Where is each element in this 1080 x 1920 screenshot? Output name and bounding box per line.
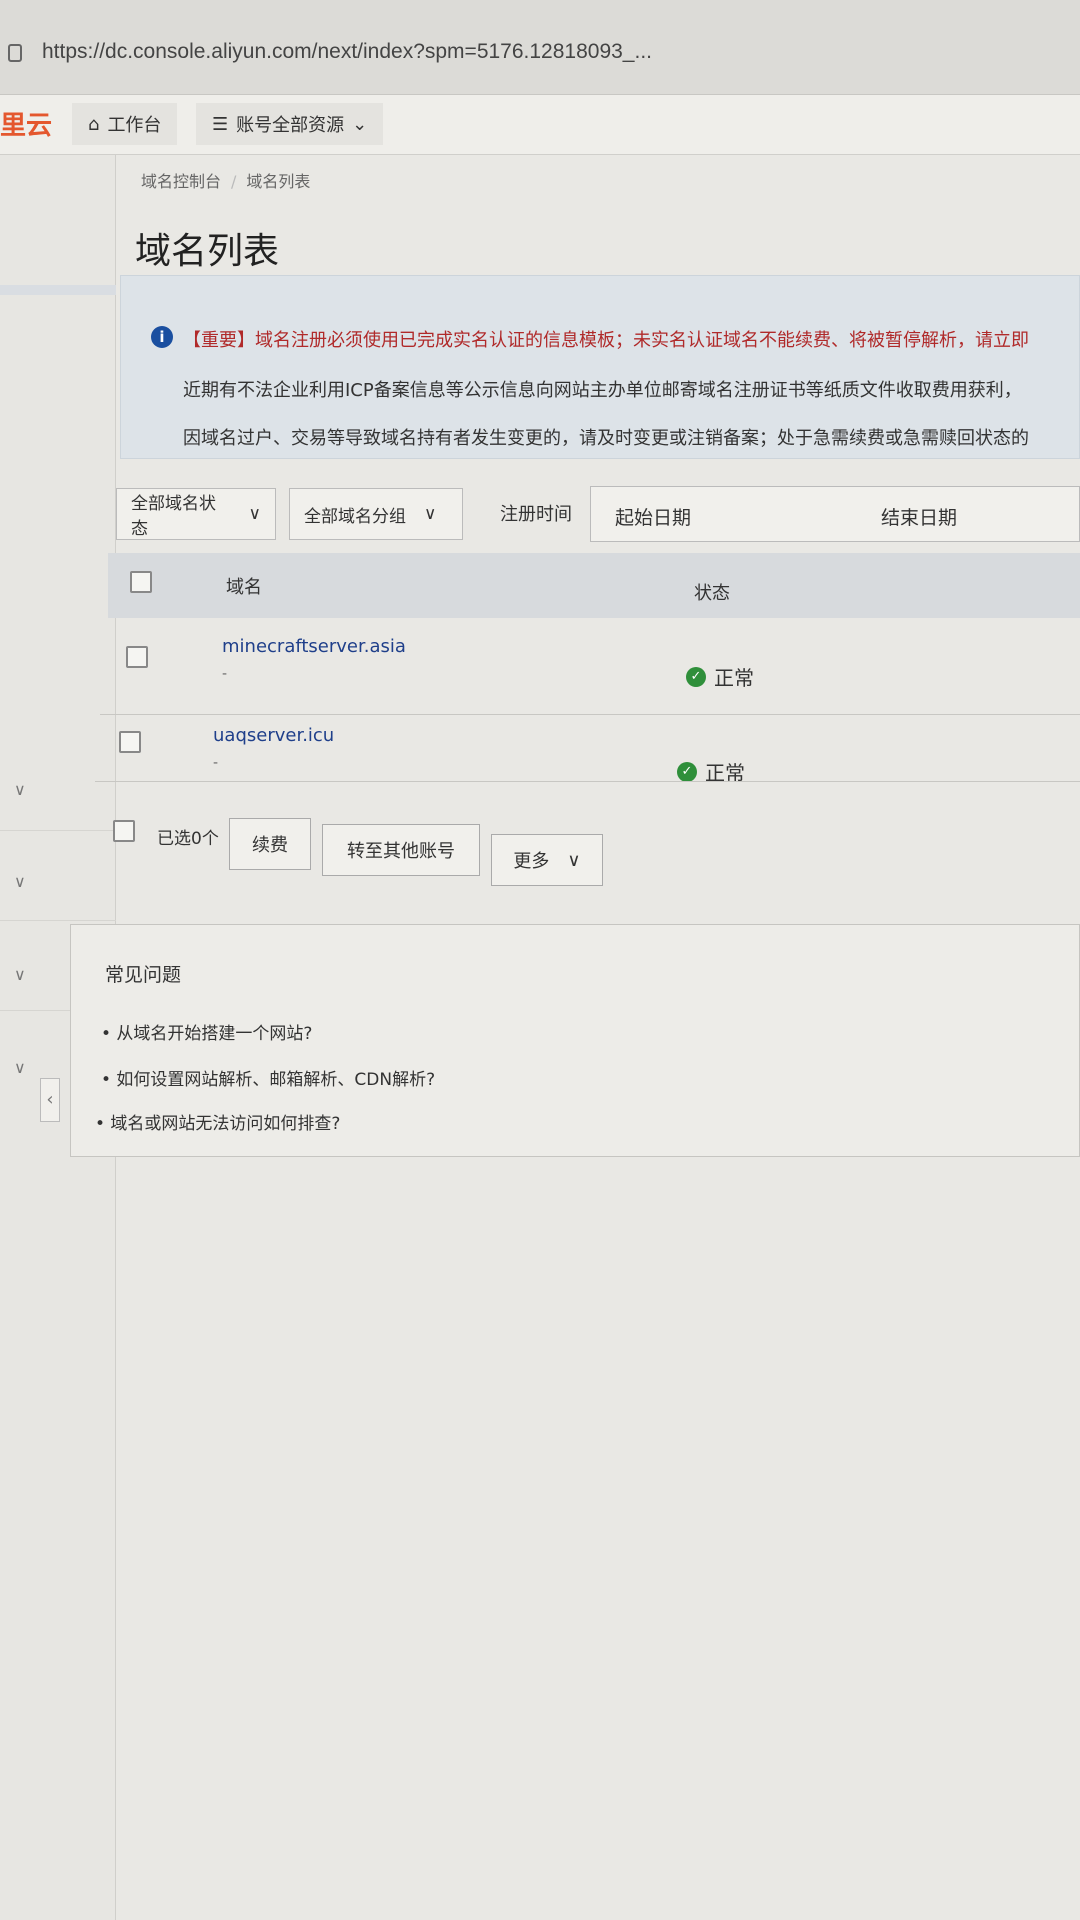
table-row: minecraftserver.asia - ✓ 正常 — [100, 620, 1080, 715]
chevron-down-icon[interactable]: ∨ — [14, 965, 26, 984]
check-circle-icon: ✓ — [686, 666, 706, 687]
divider — [0, 830, 116, 831]
notice-text: 域名注册必须使用已完成实名认证的信息模板；未实名认证域名不能续费、将被暂停解析，… — [255, 330, 1029, 351]
reg-time-label: 注册时间 — [500, 504, 572, 525]
url-field[interactable]: https://dc.console.aliyun.com/next/index… — [42, 40, 652, 64]
status-badge: ✓ 正常 — [686, 662, 754, 691]
transfer-label: 转至其他账号 — [347, 841, 455, 862]
status-filter-select[interactable]: 全部域名状态 ∨ — [116, 488, 276, 540]
column-status: 状态 — [694, 583, 730, 604]
faq-title: 常见问题 — [105, 964, 182, 986]
resource-icon: ☰ — [212, 113, 229, 135]
faq-link[interactable]: • 如何设置网站解析、邮箱解析、CDN解析? — [101, 1065, 435, 1090]
date-range-picker[interactable]: 起始日期 结束日期 — [590, 486, 1080, 542]
sidebar-active-item[interactable] — [0, 285, 116, 295]
row-checkbox[interactable] — [119, 731, 141, 753]
workbench-button[interactable]: ⌂ 工作台 — [72, 103, 178, 145]
workbench-label: 工作台 — [107, 115, 162, 136]
batch-select-checkbox[interactable] — [113, 820, 135, 842]
domain-remark: - — [222, 666, 228, 682]
chevron-down-icon: ∨ — [424, 504, 437, 524]
resources-dropdown[interactable]: ☰ 账号全部资源 ⌄ — [196, 103, 384, 145]
notice-banner: i 【重要】域名注册必须使用已完成实名认证的信息模板；未实名认证域名不能续费、将… — [120, 275, 1080, 459]
notice-tag: 【重要】 — [183, 330, 255, 351]
info-icon: i — [151, 326, 173, 348]
group-filter-select[interactable]: 全部域名分组 ∨ — [289, 488, 463, 540]
home-icon: ⌂ — [88, 113, 100, 135]
logo[interactable]: 里云 — [0, 105, 52, 142]
chevron-down-icon[interactable]: ∨ — [14, 872, 26, 891]
column-domain: 域名 — [226, 577, 262, 598]
notice-line-3: 因域名过户、交易等导致域名持有者发生变更的，请及时变更或注销备案；处于急需续费或… — [183, 428, 1029, 449]
chevron-down-icon[interactable]: ∨ — [14, 1058, 26, 1077]
status-text: 正常 — [714, 666, 754, 690]
transfer-button[interactable]: 转至其他账号 — [322, 824, 480, 876]
check-circle-icon: ✓ — [677, 761, 697, 782]
notice-line-1: 【重要】域名注册必须使用已完成实名认证的信息模板；未实名认证域名不能续费、将被暂… — [183, 326, 1029, 352]
chevron-left-icon: ‹ — [46, 1089, 54, 1110]
row-checkbox[interactable] — [126, 646, 148, 668]
page-title: 域名列表 — [135, 231, 280, 272]
breadcrumb-current: 域名列表 — [246, 172, 311, 191]
sidebar-collapse-button[interactable]: ‹ — [40, 1078, 60, 1122]
breadcrumb-root[interactable]: 域名控制台 — [141, 172, 221, 191]
resources-label: 账号全部资源 — [236, 115, 345, 136]
selected-count: 已选0个 — [157, 829, 219, 849]
more-dropdown[interactable]: 更多 ∨ — [491, 834, 603, 886]
chevron-down-icon: ∨ — [567, 849, 581, 871]
start-date-input[interactable]: 起始日期 — [615, 503, 691, 530]
table-header: 域名 状态 — [108, 553, 1080, 618]
renew-label: 续费 — [252, 835, 288, 856]
notice-line-2: 近期有不法企业利用ICP备案信息等公示信息向网站主办单位邮寄域名注册证书等纸质文… — [183, 380, 1022, 401]
faq-link[interactable]: • 从域名开始搭建一个网站? — [101, 1019, 312, 1044]
chevron-down-icon[interactable]: ∨ — [14, 780, 26, 799]
table-row: uaqserver.icu - ✓ 正常 — [95, 715, 1080, 810]
domain-remark: - — [213, 755, 219, 771]
chevron-down-icon: ⌄ — [352, 113, 368, 135]
faq-panel: 常见问题 • 从域名开始搭建一个网站? • 如何设置网站解析、邮箱解析、CDN解… — [70, 924, 1080, 1157]
end-date-input[interactable]: 结束日期 — [881, 503, 957, 530]
renew-button[interactable]: 续费 — [229, 818, 311, 870]
breadcrumb-separator: / — [231, 172, 237, 191]
faq-link[interactable]: • 域名或网站无法访问如何排查? — [95, 1109, 340, 1134]
divider — [0, 920, 116, 921]
domain-link[interactable]: minecraftserver.asia — [222, 636, 406, 657]
more-label: 更多 — [513, 851, 550, 872]
lock-icon — [8, 44, 22, 62]
group-filter-value: 全部域名分组 — [304, 506, 406, 527]
breadcrumb: 域名控制台 / 域名列表 — [141, 168, 310, 192]
select-all-checkbox[interactable] — [130, 571, 152, 593]
divider — [95, 781, 1080, 782]
domain-link[interactable]: uaqserver.icu — [213, 725, 334, 746]
chevron-down-icon: ∨ — [248, 504, 261, 524]
status-filter-value: 全部域名状态 — [131, 494, 216, 539]
